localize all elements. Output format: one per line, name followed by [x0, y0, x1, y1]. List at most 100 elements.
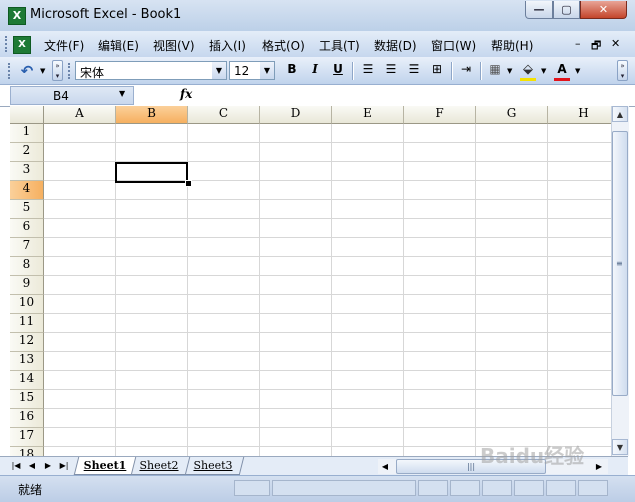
- doc-close-button[interactable]: ✕: [611, 37, 620, 50]
- menu-file[interactable]: 文件(F): [44, 37, 84, 54]
- title-bar: X Microsoft Excel - Book1 — ▢ ✕: [0, 0, 635, 32]
- bold-button[interactable]: B: [282, 62, 302, 80]
- window-title: Microsoft Excel - Book1: [30, 7, 182, 22]
- menu-data[interactable]: 数据(D): [374, 37, 417, 54]
- font-size-combo[interactable]: 12 ▼: [229, 61, 275, 80]
- vertical-scroll-thumb[interactable]: ≡: [612, 131, 628, 396]
- sheet-tab-sheet3[interactable]: Sheet3: [188, 457, 238, 474]
- indent-icon[interactable]: ⇥: [456, 62, 476, 80]
- toolbar-separator: [352, 62, 354, 80]
- excel-app-icon[interactable]: X: [8, 7, 26, 25]
- sheet-tab-sheet2[interactable]: Sheet2: [134, 457, 184, 474]
- status-panel: [272, 480, 416, 496]
- row-header-14[interactable]: 14: [10, 371, 44, 390]
- doc-restore-button[interactable]: 🗗: [591, 37, 601, 56]
- menu-insert[interactable]: 插入(I): [209, 37, 246, 54]
- menu-edit[interactable]: 编辑(E): [98, 37, 139, 54]
- row-header-12[interactable]: 12: [10, 333, 44, 352]
- row-header-18[interactable]: 18: [10, 447, 44, 456]
- maximize-button[interactable]: ▢: [553, 1, 580, 19]
- next-sheet-icon[interactable]: ▶: [42, 459, 54, 473]
- row-header-6[interactable]: 6: [10, 219, 44, 238]
- column-header-b[interactable]: B: [116, 106, 188, 124]
- scroll-left-icon[interactable]: ◀: [378, 459, 392, 474]
- row-header-5[interactable]: 5: [10, 200, 44, 219]
- column-header-f[interactable]: F: [404, 106, 476, 124]
- status-bar: 就绪: [0, 475, 635, 502]
- sheet-tab-sheet1[interactable]: Sheet1: [80, 457, 130, 474]
- menu-window[interactable]: 窗口(W): [431, 37, 476, 54]
- name-box-dropdown-icon[interactable]: ▼: [119, 89, 125, 98]
- italic-button[interactable]: I: [305, 62, 325, 80]
- menu-grip[interactable]: [5, 36, 10, 52]
- insert-function-icon[interactable]: fx: [180, 87, 192, 101]
- row-header-3[interactable]: 3: [10, 162, 44, 181]
- font-size-dropdown-icon[interactable]: ▼: [260, 62, 274, 79]
- menu-format[interactable]: 格式(O): [262, 37, 305, 54]
- name-box-value: B4: [53, 89, 69, 103]
- font-name-dropdown-icon[interactable]: ▼: [212, 62, 226, 79]
- fill-handle[interactable]: [185, 180, 192, 187]
- undo-dropdown-icon[interactable]: ▼: [40, 67, 45, 75]
- borders-dropdown-icon[interactable]: ▼: [507, 67, 512, 75]
- column-header-g[interactable]: G: [476, 106, 548, 124]
- font-name-combo[interactable]: 宋体 ▼: [75, 61, 227, 80]
- fill-color-swatch: [520, 78, 536, 81]
- row-header-7[interactable]: 7: [10, 238, 44, 257]
- toolbar-grip-2[interactable]: [68, 63, 72, 79]
- undo-icon[interactable]: ↶: [17, 62, 37, 80]
- menu-tools[interactable]: 工具(T): [319, 37, 360, 54]
- font-color-dropdown-icon[interactable]: ▼: [575, 67, 580, 75]
- horizontal-scroll-thumb[interactable]: |||: [396, 459, 546, 474]
- underline-button[interactable]: U: [328, 62, 348, 80]
- name-box[interactable]: B4 ▼: [10, 86, 134, 105]
- toolbar-overflow-chevron[interactable]: » ▾: [52, 60, 63, 81]
- borders-icon[interactable]: ▦: [485, 62, 505, 80]
- scroll-up-icon[interactable]: ▲: [612, 106, 628, 122]
- align-right-icon[interactable]: ☰: [404, 62, 424, 80]
- row-header-4[interactable]: 4: [10, 181, 44, 200]
- horizontal-scrollbar[interactable]: ◀ ||| ▶: [378, 459, 608, 474]
- row-header-16[interactable]: 16: [10, 409, 44, 428]
- toolbar-grip[interactable]: [8, 63, 12, 79]
- minimize-button[interactable]: —: [525, 1, 553, 19]
- prev-sheet-icon[interactable]: ◀: [26, 459, 38, 473]
- last-sheet-icon[interactable]: ▶|: [58, 459, 70, 473]
- row-header-11[interactable]: 11: [10, 314, 44, 333]
- scroll-right-icon[interactable]: ▶: [592, 459, 606, 474]
- formula-bar: B4 ▼ fx: [0, 85, 635, 107]
- row-header-1[interactable]: 1: [10, 124, 44, 143]
- row-header-15[interactable]: 15: [10, 390, 44, 409]
- row-header-13[interactable]: 13: [10, 352, 44, 371]
- select-all-corner[interactable]: [10, 106, 44, 124]
- menu-view[interactable]: 视图(V): [153, 37, 195, 54]
- toolbar-separator-3: [480, 62, 482, 80]
- merge-center-icon[interactable]: ⊞: [427, 62, 447, 80]
- font-size-value: 12: [234, 64, 250, 78]
- column-header-d[interactable]: D: [260, 106, 332, 124]
- vertical-scrollbar[interactable]: ▲ ≡ ▼: [611, 106, 629, 456]
- status-panel: [578, 480, 608, 496]
- column-header-a[interactable]: A: [44, 106, 116, 124]
- scroll-down-icon[interactable]: ▼: [612, 439, 628, 455]
- row-header-9[interactable]: 9: [10, 276, 44, 295]
- active-cell-b4[interactable]: [115, 162, 188, 183]
- close-button[interactable]: ✕: [580, 1, 627, 19]
- status-panel: [514, 480, 544, 496]
- toolbar-overflow-chevron-2[interactable]: » ▾: [617, 60, 628, 81]
- column-header-h[interactable]: H: [548, 106, 611, 124]
- column-header-c[interactable]: C: [188, 106, 260, 124]
- workbook-icon[interactable]: X: [13, 36, 31, 54]
- formula-input[interactable]: [197, 86, 635, 105]
- menu-help[interactable]: 帮助(H): [491, 37, 533, 54]
- doc-minimize-button[interactable]: –: [575, 37, 581, 50]
- column-header-e[interactable]: E: [332, 106, 404, 124]
- row-header-10[interactable]: 10: [10, 295, 44, 314]
- align-left-icon[interactable]: ☰: [358, 62, 378, 80]
- row-header-8[interactable]: 8: [10, 257, 44, 276]
- row-header-17[interactable]: 17: [10, 428, 44, 447]
- first-sheet-icon[interactable]: |◀: [10, 459, 22, 473]
- row-header-2[interactable]: 2: [10, 143, 44, 162]
- align-center-icon[interactable]: ☰: [381, 62, 401, 80]
- fill-color-dropdown-icon[interactable]: ▼: [541, 67, 546, 75]
